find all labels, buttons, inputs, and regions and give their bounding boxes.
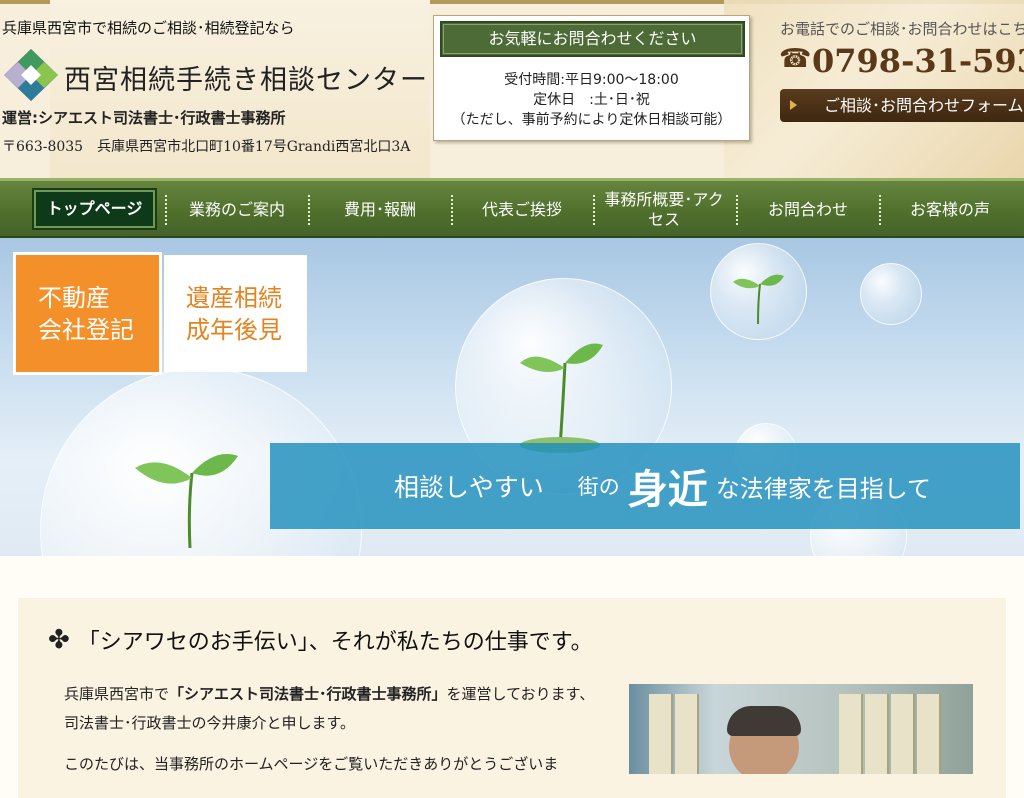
- badge-line: 成年後見: [186, 315, 282, 344]
- intro-paragraph-2: このたびは、当事務所のホームページをご覧いただきありがとうございま: [64, 755, 559, 773]
- hero-slogan: 相談しやすい 街の 身近 な法律家を目指して: [270, 443, 1020, 529]
- shelf-binder: [917, 694, 941, 774]
- nav-item-greeting[interactable]: 代表ご挨拶: [454, 181, 590, 238]
- section-title: 「シアワセのお手伝い」、それが私たちの仕事です。: [77, 630, 593, 655]
- contact-form-label: ご相談･お問合わせフォーム: [824, 96, 1024, 115]
- global-nav: トップページ 業務のご案内 費用･報酬 代表ご挨拶 事務所概要･アクセス お問合…: [0, 178, 1024, 238]
- phone-number[interactable]: 0798-31-5930: [812, 42, 1024, 80]
- shelf-binder: [891, 694, 915, 774]
- contact-form-button[interactable]: ご相談･お問合わせフォーム: [780, 89, 1024, 122]
- service-badge-inheritance[interactable]: 遺産相続 成年後見: [164, 255, 307, 372]
- intro-paragraph-1: 兵庫県西宮市で「シアエスト司法書士･行政書士事務所」を運営しております、司法書士…: [64, 680, 609, 738]
- nav-separator: [165, 195, 167, 225]
- nav-item-contact[interactable]: お問合わせ: [739, 181, 877, 238]
- sprout-icon: [135, 454, 238, 548]
- section-heading: ✤ 「シアワセのお手伝い」、それが私たちの仕事です。: [48, 624, 593, 656]
- shelf-binder: [675, 694, 699, 774]
- arrow-right-icon: [790, 100, 797, 110]
- nav-separator: [879, 195, 881, 225]
- office-name-bold: 「シアエスト司法書士･行政書士事務所」: [169, 685, 447, 703]
- hours-details: 受付時間:平日9:00～18:00 定休日 :土･日･祝 （ただし、事前予約によ…: [434, 70, 749, 130]
- representative-photo: [629, 684, 973, 774]
- street-address: 兵庫県西宮市北口町10番17号Grandi西宮北口3A: [97, 139, 411, 155]
- slogan-emphasis: 身近: [627, 466, 708, 513]
- slogan-part: 街の: [577, 475, 620, 499]
- slogan-part: 相談しやすい: [394, 473, 544, 502]
- phone-icon: ☎: [779, 44, 812, 74]
- nav-separator: [593, 195, 595, 225]
- intro-text: 兵庫県西宮市で「シアエスト司法書士･行政書士事務所」を運営しております、司法書士…: [64, 680, 609, 779]
- business-hours-box: お気軽にお問合わせください 受付時間:平日9:00～18:00 定休日 :土･日…: [433, 15, 750, 141]
- shelf-binder: [649, 694, 673, 774]
- hours-line-reception: 受付時間:平日9:00～18:00: [504, 72, 679, 88]
- badge-line: 会社登記: [38, 315, 134, 344]
- postal-code: 〒663-8035: [2, 139, 84, 155]
- hero-banner: 不動産 会社登記 遺産相続 成年後見 相談しやすい 街の 身近 な法律家を目指し…: [0, 238, 1024, 556]
- sprout-icon: [520, 343, 603, 453]
- nav-separator: [451, 195, 453, 225]
- operator-name: 運営:シアエスト司法書士･行政書士事務所: [2, 109, 286, 127]
- hours-line-note: （ただし、事前予約により定休日相談可能）: [451, 112, 732, 128]
- nav-item-top[interactable]: トップページ: [34, 190, 155, 228]
- nav-item-fees[interactable]: 費用･報酬: [311, 181, 449, 238]
- bubble-image: [860, 263, 922, 325]
- site-title[interactable]: 西宮相続手続き相談センター: [64, 58, 428, 97]
- nav-item-voices[interactable]: お客様の声: [882, 181, 1018, 238]
- sprout-icon: [733, 274, 784, 325]
- badge-line: 不動産: [38, 283, 110, 312]
- service-badge-real-estate[interactable]: 不動産 会社登記: [16, 255, 159, 372]
- hours-line-holidays: 定休日 :土･日･祝: [533, 92, 650, 108]
- phone-note: お電話でのご相談･お問合わせはこちら: [780, 20, 1024, 38]
- slogan-part: な法律家を目指して: [715, 474, 932, 503]
- nav-separator: [736, 195, 738, 225]
- text-fragment: 兵庫県西宮市で: [64, 685, 170, 703]
- shelf-binder: [839, 694, 863, 774]
- hours-heading: お気軽にお問合わせください: [440, 21, 745, 57]
- nav-item-services[interactable]: 業務のご案内: [168, 181, 306, 238]
- person-hair: [727, 706, 801, 736]
- badge-line: 遺産相続: [186, 283, 282, 312]
- flower-crest-icon: ✤: [48, 625, 70, 655]
- header-tagline: 兵庫県西宮市で相続のご相談･相続登記なら: [2, 19, 295, 37]
- nav-separator: [308, 195, 310, 225]
- shelf-binder: [865, 694, 889, 774]
- site-header: 兵庫県西宮市で相続のご相談･相続登記なら 西宮相続手続き相談センター 運営:シア…: [0, 0, 1024, 178]
- office-address: 〒663-8035 兵庫県西宮市北口町10番17号Grandi西宮北口3A: [2, 136, 424, 156]
- logo-icon[interactable]: [2, 47, 60, 103]
- nav-item-office[interactable]: 事務所概要･アクセス: [600, 181, 728, 238]
